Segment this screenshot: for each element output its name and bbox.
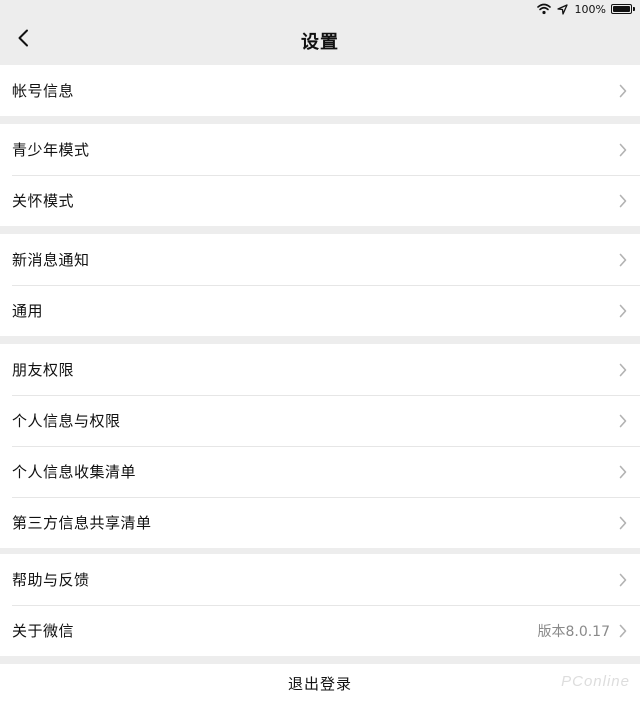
settings-row[interactable]: 新消息通知: [0, 234, 640, 285]
wifi-icon: [536, 2, 551, 16]
settings-row-label: 青少年模式: [12, 141, 90, 159]
settings-row-label: 关怀模式: [12, 192, 75, 210]
settings-row-label: 朋友权限: [12, 361, 75, 379]
settings-row[interactable]: 个人信息与权限: [0, 395, 640, 446]
chevron-right-icon: [618, 304, 628, 318]
settings-row[interactable]: 朋友权限: [0, 344, 640, 395]
battery-percent: 100%: [574, 2, 606, 16]
battery-full-icon: [611, 4, 635, 14]
chevron-right-icon: [618, 573, 628, 587]
settings-row-label: 通用: [12, 302, 44, 320]
settings-group: 新消息通知 通用: [0, 234, 640, 336]
navigation-bar: 设置: [0, 18, 640, 65]
chevron-right-icon: [618, 143, 628, 157]
settings-row[interactable]: 青少年模式: [0, 124, 640, 175]
status-bar: 100%: [0, 0, 640, 18]
settings-group: 帮助与反馈关于微信 版本8.0.17: [0, 554, 640, 656]
chevron-right-icon: [618, 253, 628, 267]
settings-group: 朋友权限个人信息与权限 个人信息收集清单 第三方信息共享清单: [0, 344, 640, 548]
settings-row[interactable]: 帐号信息: [0, 65, 640, 116]
settings-row-label: 个人信息与权限: [12, 412, 121, 430]
chevron-right-icon: [618, 194, 628, 208]
settings-row-label: 关于微信: [12, 622, 75, 640]
chevron-right-icon: [618, 516, 628, 530]
settings-row-label: 帮助与反馈: [12, 571, 90, 589]
status-indicators: 100%: [536, 2, 635, 16]
settings-row-value: 版本8.0.17: [537, 623, 610, 640]
settings-row-label: 个人信息收集清单: [12, 463, 137, 481]
location-arrow-icon: [556, 2, 570, 16]
chevron-right-icon: [618, 414, 628, 428]
logout-button[interactable]: 退出登录 PConline: [0, 664, 640, 702]
settings-group: 青少年模式 关怀模式: [0, 124, 640, 226]
settings-row[interactable]: 关于微信 版本8.0.17: [0, 605, 640, 656]
settings-row[interactable]: 第三方信息共享清单: [0, 497, 640, 548]
pconline-watermark: PConline: [561, 673, 630, 690]
settings-group: 帐号信息: [0, 65, 640, 116]
settings-row-label: 第三方信息共享清单: [12, 514, 152, 532]
chevron-right-icon: [618, 465, 628, 479]
settings-row[interactable]: 关怀模式: [0, 175, 640, 226]
chevron-right-icon: [618, 84, 628, 98]
chevron-right-icon: [618, 363, 628, 377]
chevron-right-icon: [618, 624, 628, 638]
settings-row-label: 新消息通知: [12, 251, 90, 269]
settings-row[interactable]: 个人信息收集清单: [0, 446, 640, 497]
settings-row[interactable]: 帮助与反馈: [0, 554, 640, 605]
logout-label: 退出登录: [287, 674, 352, 693]
page-title: 设置: [301, 32, 339, 53]
settings-row[interactable]: 通用: [0, 285, 640, 336]
settings-row-label: 帐号信息: [12, 82, 75, 100]
